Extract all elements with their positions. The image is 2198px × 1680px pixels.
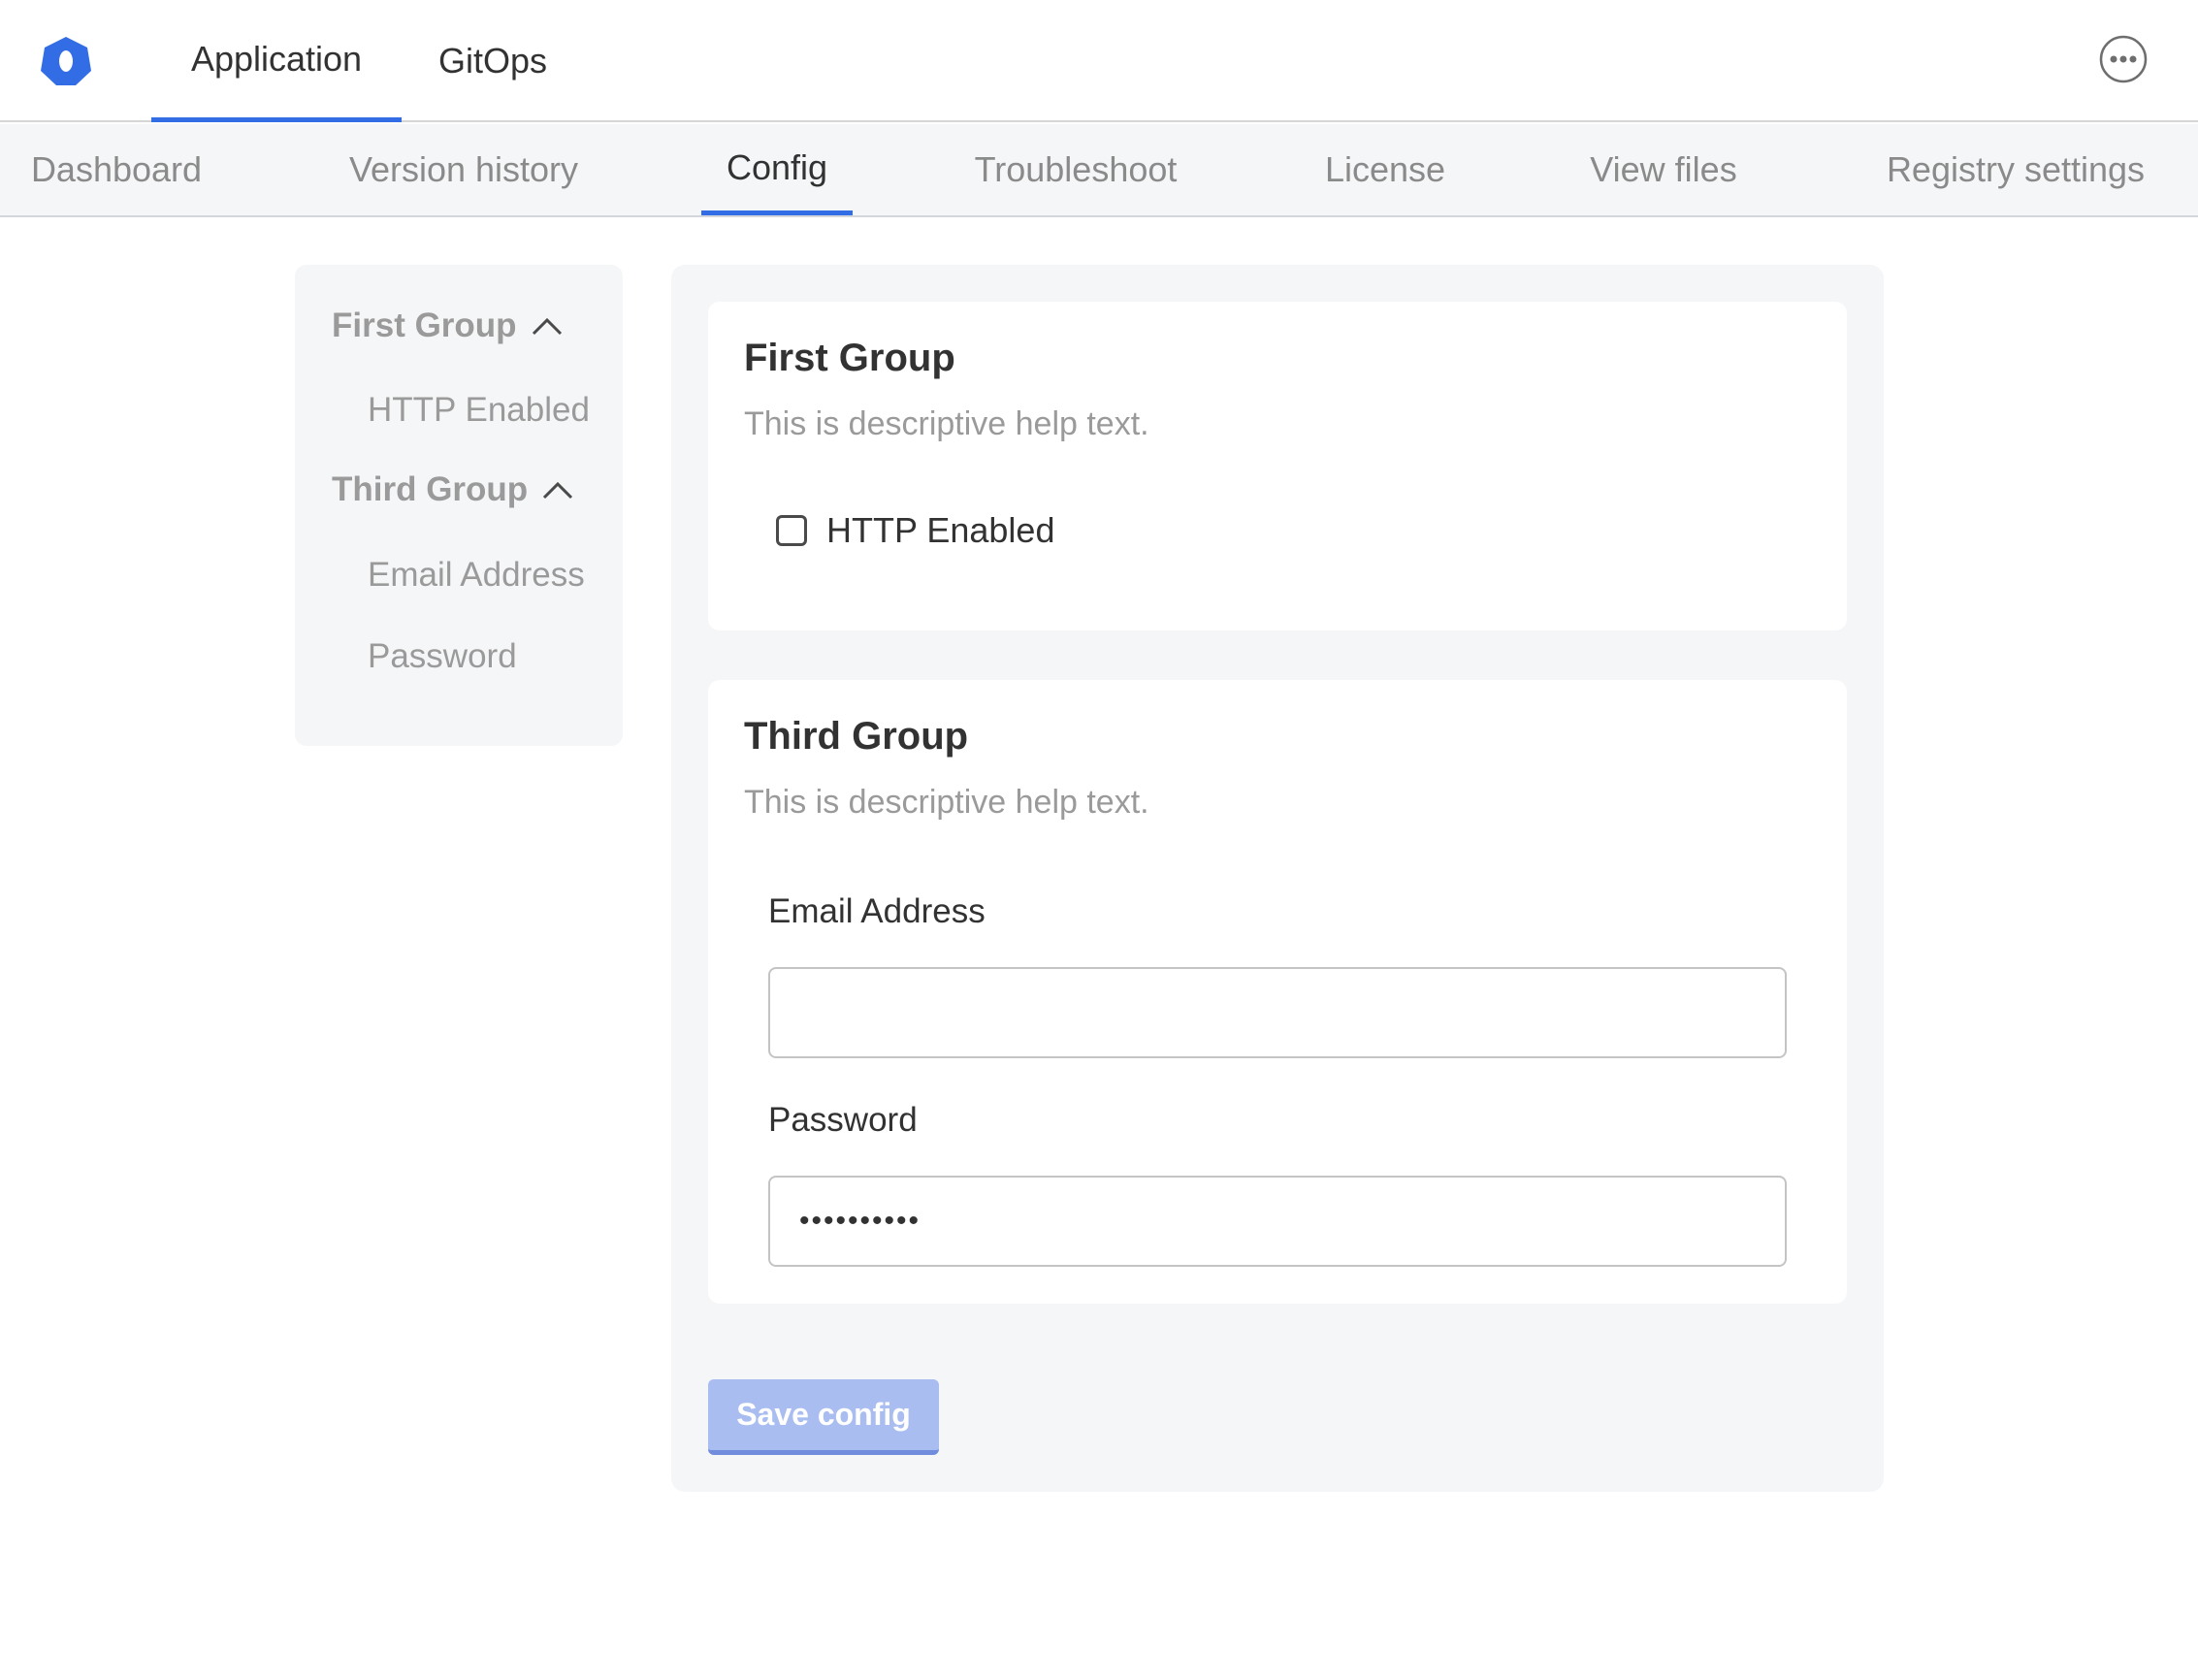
save-config-button[interactable]: Save config (708, 1379, 939, 1455)
tab-label: View files (1590, 149, 1737, 189)
nav-item-http-enabled[interactable]: HTTP Enabled (368, 391, 590, 430)
tab-config[interactable]: Config (701, 124, 853, 215)
config-panel: First Group This is descriptive help tex… (671, 265, 1884, 1492)
tab-label: License (1324, 149, 1446, 189)
nav-group-label: First Group (332, 307, 517, 344)
config-group-card-third-group: Third Group This is descriptive help tex… (708, 680, 1847, 1304)
http-enabled-checkbox[interactable] (776, 515, 807, 546)
tab-label: Registry settings (1886, 149, 2146, 189)
checkbox-label: HTTP Enabled (826, 510, 1055, 550)
tab-license[interactable]: License (1309, 124, 1461, 215)
top-tab-label: GitOps (437, 41, 548, 81)
group-title: Third Group (744, 715, 969, 758)
nav-item-password[interactable]: Password (368, 637, 517, 676)
nav-group-third-group[interactable]: Third Group (332, 470, 574, 509)
tab-troubleshoot[interactable]: Troubleshoot (954, 124, 1197, 215)
config-group-card-first-group: First Group This is descriptive help tex… (708, 302, 1847, 630)
group-help-text: This is descriptive help text. (744, 405, 1149, 442)
tab-label: Config (726, 146, 828, 187)
config-group-nav: First Group HTTP Enabled Third Group Ema… (295, 265, 623, 746)
email-address-input[interactable] (768, 967, 1787, 1058)
group-help-text: This is descriptive help text. (744, 784, 1149, 821)
tab-dashboard[interactable]: Dashboard (0, 124, 233, 215)
top-tab-application[interactable]: Application (151, 0, 402, 122)
nav-item-email-address[interactable]: Email Address (368, 556, 585, 595)
tab-registry-settings[interactable]: Registry settings (1867, 124, 2164, 215)
password-label: Password (768, 1101, 918, 1139)
chevron-up-icon (532, 317, 562, 336)
group-title: First Group (744, 337, 955, 379)
tab-label: Dashboard (30, 149, 203, 189)
tab-view-files[interactable]: View files (1576, 124, 1751, 215)
http-enabled-checkbox-row[interactable]: HTTP Enabled (776, 510, 1054, 551)
nav-group-first-group[interactable]: First Group (332, 307, 564, 345)
tab-label: Troubleshoot (974, 149, 1178, 189)
hexagon-logo-icon[interactable] (39, 35, 93, 87)
top-navbar: Application GitOps (0, 0, 2198, 122)
top-tab-label: Application (190, 38, 363, 79)
tab-version-history[interactable]: Version history (330, 124, 598, 215)
nav-group-label: Third Group (332, 470, 529, 508)
more-horizontal-icon[interactable] (2098, 34, 2149, 84)
top-tab-gitops[interactable]: GitOps (417, 0, 568, 122)
email-address-label: Email Address (768, 892, 986, 930)
sub-navbar: Dashboard Version history Config Trouble… (0, 124, 2198, 217)
chevron-up-icon (543, 481, 573, 500)
tab-label: Version history (348, 149, 579, 189)
password-input[interactable] (768, 1176, 1787, 1267)
